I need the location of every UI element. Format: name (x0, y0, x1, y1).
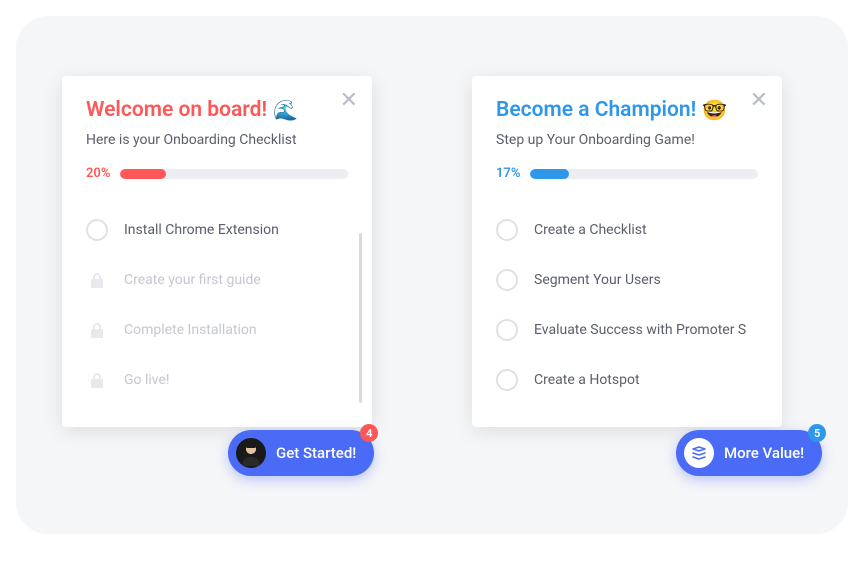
progress-fill (530, 169, 569, 179)
onboarding-card-champion: ✕ Become a Champion! 🤓 Step up Your Onbo… (472, 76, 782, 427)
checklist-item-label: Segment Your Users (534, 272, 661, 288)
checklist-item-label: Evaluate Success with Promoter S (534, 322, 746, 338)
notification-badge: 5 (808, 424, 826, 442)
check-circle-icon (496, 319, 518, 341)
checklist-item[interactable]: Install Chrome Extension (86, 205, 348, 255)
progress-row: 17% (496, 166, 758, 181)
checklist: Create a Checklist Segment Your Users Ev… (496, 205, 758, 405)
checklist-item: Complete Installation (86, 305, 348, 355)
card-title-text: Become a Champion! (496, 98, 696, 122)
card-title: Welcome on board! 🌊 (86, 98, 348, 122)
check-circle-icon (496, 369, 518, 391)
stack-icon (684, 438, 714, 468)
checklist-item[interactable]: Segment Your Users (496, 255, 758, 305)
card-title-text: Welcome on board! (86, 98, 267, 122)
nerd-emoji-icon: 🤓 (702, 98, 727, 122)
progress-bar (530, 169, 758, 179)
more-value-button[interactable]: More Value! 5 (676, 430, 822, 476)
checklist-item-label: Complete Installation (124, 322, 257, 338)
lock-icon (86, 369, 108, 391)
checklist-item[interactable]: Evaluate Success with Promoter S (496, 305, 758, 355)
progress-row: 20% (86, 166, 348, 181)
notification-badge: 4 (360, 424, 378, 442)
scrollbar[interactable] (359, 233, 362, 403)
close-icon[interactable]: ✕ (750, 90, 768, 112)
progress-bar (120, 169, 348, 179)
cta-label: Get Started! (276, 444, 356, 462)
checklist-item-label: Install Chrome Extension (124, 222, 279, 238)
check-circle-icon (86, 219, 108, 241)
check-circle-icon (496, 269, 518, 291)
lock-icon (86, 269, 108, 291)
app-container: ✕ Welcome on board! 🌊 Here is your Onboa… (16, 16, 848, 534)
checklist-item: Create your first guide (86, 255, 348, 305)
checklist-item-label: Go live! (124, 372, 170, 388)
checklist-item-label: Create your first guide (124, 272, 261, 288)
progress-fill (120, 169, 166, 179)
lock-icon (86, 319, 108, 341)
get-started-button[interactable]: Get Started! 4 (228, 430, 374, 476)
check-circle-icon (496, 219, 518, 241)
card-subtitle: Step up Your Onboarding Game! (496, 132, 758, 148)
cta-label: More Value! (724, 444, 804, 462)
onboarding-card-welcome: ✕ Welcome on board! 🌊 Here is your Onboa… (62, 76, 372, 427)
close-icon[interactable]: ✕ (340, 90, 358, 112)
progress-percent: 17% (496, 166, 520, 181)
checklist: Install Chrome Extension Create your fir… (86, 205, 348, 405)
checklist-item[interactable]: Create a Checklist (496, 205, 758, 255)
card-subtitle: Here is your Onboarding Checklist (86, 132, 348, 148)
checklist-item[interactable]: Create a Hotspot (496, 355, 758, 405)
avatar-icon (236, 438, 266, 468)
wave-emoji-icon: 🌊 (273, 98, 298, 122)
checklist-item-label: Create a Hotspot (534, 372, 640, 388)
card-title: Become a Champion! 🤓 (496, 98, 758, 122)
progress-percent: 20% (86, 166, 110, 181)
checklist-item-label: Create a Checklist (534, 222, 647, 238)
checklist-item: Go live! (86, 355, 348, 405)
